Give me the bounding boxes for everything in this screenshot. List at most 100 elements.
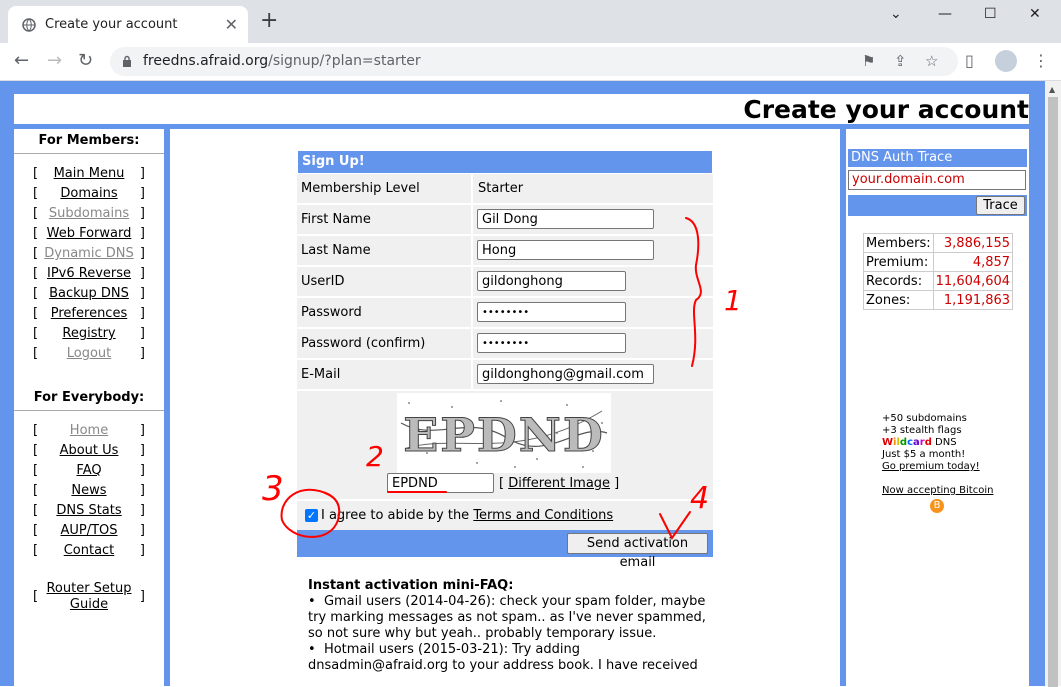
userid-label: UserID xyxy=(301,274,345,289)
divider xyxy=(14,153,164,154)
divider xyxy=(14,410,164,411)
tab-search-icon[interactable]: ⌄ xyxy=(890,6,902,22)
nav-item-about-us: [About Us] xyxy=(33,443,145,458)
translate-icon[interactable]: ⚑ xyxy=(862,52,875,70)
premium-promo: +50 subdomains +3 stealth flags Wildcard… xyxy=(882,413,993,513)
stat-value: 1,191,863 xyxy=(932,290,1014,310)
profile-avatar-icon[interactable] xyxy=(995,50,1017,72)
nav-link-domains[interactable]: Domains xyxy=(60,186,117,201)
agree-checkbox[interactable]: ✓ xyxy=(305,509,318,522)
browser-tab[interactable]: Create your account ✕ xyxy=(8,6,248,43)
right-sidebar: DNS Auth Trace your.domain.com Trace Mem… xyxy=(846,129,1029,686)
nav-item-faq: [FAQ] xyxy=(33,463,145,478)
nav-link-web-forward[interactable]: Web Forward xyxy=(47,226,132,241)
nav-link-aup-tos[interactable]: AUP/TOS xyxy=(60,523,117,538)
userid-input[interactable]: gildonghong xyxy=(477,271,626,291)
minimize-button[interactable]: — xyxy=(938,6,952,22)
globe-icon xyxy=(22,18,36,32)
nav-link-home[interactable]: Home xyxy=(70,423,108,438)
tab-strip: Create your account ✕ + ⌄ — ☐ ✕ xyxy=(0,0,1061,43)
page-title: Create your account xyxy=(743,95,1029,124)
nav-item-aup-tos: [AUP/TOS] xyxy=(33,523,145,538)
password-row: Password •••••••• xyxy=(297,298,713,329)
nav-link-subdomains[interactable]: Subdomains xyxy=(49,206,129,221)
scroll-up-arrow-icon[interactable]: ▲ xyxy=(1049,85,1055,94)
password-input[interactable]: •••••••• xyxy=(477,302,626,322)
password-confirm-input[interactable]: •••••••• xyxy=(477,333,626,353)
dns-trace-heading: DNS Auth Trace xyxy=(848,149,1027,167)
nav-link-preferences[interactable]: Preferences xyxy=(51,306,127,321)
bookmark-star-icon[interactable]: ☆ xyxy=(925,52,938,70)
membership-label: Membership Level xyxy=(301,181,420,196)
stat-value: 3,886,155 xyxy=(932,233,1014,253)
captcha-text: EPDND xyxy=(403,408,604,462)
faq-bullet-gmail: • Gmail users (2014-04-26): check your s… xyxy=(308,594,706,641)
browser-toolbar: ← → ↻ freedns.afraid.org/signup/?plan=st… xyxy=(0,43,1061,81)
router-line-1: Router Setup xyxy=(46,581,132,596)
new-tab-button[interactable]: + xyxy=(260,10,278,32)
first-name-input[interactable]: Gil Dong xyxy=(477,209,654,229)
side-panel-icon[interactable]: ▯ xyxy=(965,51,974,70)
terms-link[interactable]: Terms and Conditions xyxy=(473,508,613,523)
password-confirm-label: Password (confirm) xyxy=(301,336,426,351)
stats-row: Records: 11,604,604 xyxy=(863,271,1014,291)
stat-label: Premium: xyxy=(863,252,934,272)
nav-item-preferences: [Preferences] xyxy=(33,306,145,321)
stat-value: 4,857 xyxy=(932,252,1014,272)
url-host: freedns.afraid.org xyxy=(143,53,269,69)
promo-line-2: +3 stealth flags xyxy=(882,425,962,436)
bitcoin-icon: B xyxy=(930,499,944,513)
nav-link-main-menu[interactable]: Main Menu xyxy=(54,166,125,181)
close-tab-icon[interactable]: ✕ xyxy=(225,15,238,34)
nav-link-logout[interactable]: Logout xyxy=(67,346,112,361)
reload-icon[interactable]: ↻ xyxy=(78,50,93,71)
nav-link-registry[interactable]: Registry xyxy=(62,326,115,341)
tab-title: Create your account xyxy=(45,17,178,32)
stats-row: Zones: 1,191,863 xyxy=(863,290,1014,310)
vertical-scrollbar[interactable]: ▲ xyxy=(1045,81,1061,687)
promo-line-3: Wildcard DNS xyxy=(882,437,993,449)
trace-button[interactable]: Trace xyxy=(976,196,1025,215)
send-activation-button[interactable]: Send activation email xyxy=(567,533,708,570)
nav-link-contact[interactable]: Contact xyxy=(64,543,115,558)
captcha-input[interactable]: EPDND xyxy=(387,473,494,493)
stat-label: Members: xyxy=(863,233,934,253)
different-image-link[interactable]: Different Image xyxy=(508,476,610,491)
nav-item-registry: [Registry] xyxy=(33,326,145,341)
agree-row: ✓ I agree to abide by the Terms and Cond… xyxy=(297,501,713,530)
go-premium-link[interactable]: Go premium today! xyxy=(882,461,980,472)
nav-link-about-us[interactable]: About Us xyxy=(60,443,119,458)
send-row: Send activation email xyxy=(297,530,713,570)
nav-link-dynamic-dns[interactable]: Dynamic DNS xyxy=(44,246,133,261)
menu-kebab-icon[interactable]: ⋮ xyxy=(1033,51,1049,70)
userid-row: UserID gildonghong xyxy=(297,267,713,298)
bitcoin-link[interactable]: Now accepting Bitcoin xyxy=(882,485,993,496)
back-icon[interactable]: ← xyxy=(14,50,29,71)
promo-line-3-rest: DNS xyxy=(931,437,957,448)
stats-row: Premium: 4,857 xyxy=(863,252,1014,272)
members-nav: [Main Menu] [Domains] [Subdomains] [Web … xyxy=(14,160,164,364)
forward-icon[interactable]: → xyxy=(47,50,62,71)
nav-link-backup-dns[interactable]: Backup DNS xyxy=(49,286,129,301)
stat-label: Zones: xyxy=(863,290,934,310)
faq-bullet-1: Gmail users (2014-04-26): check your spa… xyxy=(308,594,706,641)
main-content: Sign Up! Membership Level Starter First … xyxy=(170,129,840,686)
nav-item-backup-dns: [Backup DNS] xyxy=(33,286,145,301)
maximize-button[interactable]: ☐ xyxy=(984,6,997,22)
scrollbar-thumb[interactable] xyxy=(1048,97,1058,687)
address-bar[interactable]: freedns.afraid.org/signup/?plan=starter … xyxy=(110,47,958,76)
email-input[interactable]: gildonghong@gmail.com xyxy=(477,364,654,384)
first-name-label: First Name xyxy=(301,212,371,227)
nav-link-ipv6-reverse[interactable]: IPv6 Reverse xyxy=(47,266,131,281)
stat-label: Records: xyxy=(863,271,934,291)
close-window-button[interactable]: ✕ xyxy=(1029,6,1041,22)
nav-link-router-setup[interactable]: Router Setup Guide xyxy=(46,581,131,612)
share-icon[interactable]: ⇪ xyxy=(894,52,907,70)
nav-link-dns-stats[interactable]: DNS Stats xyxy=(56,503,121,518)
nav-link-faq[interactable]: FAQ xyxy=(76,463,101,478)
left-sidebar: For Members: [Main Menu] [Domains] [Subd… xyxy=(14,129,164,686)
nav-link-news[interactable]: News xyxy=(71,483,106,498)
dns-trace-input[interactable]: your.domain.com xyxy=(848,170,1026,190)
nav-item-home: [Home] xyxy=(33,423,145,438)
last-name-input[interactable]: Hong xyxy=(477,240,654,260)
